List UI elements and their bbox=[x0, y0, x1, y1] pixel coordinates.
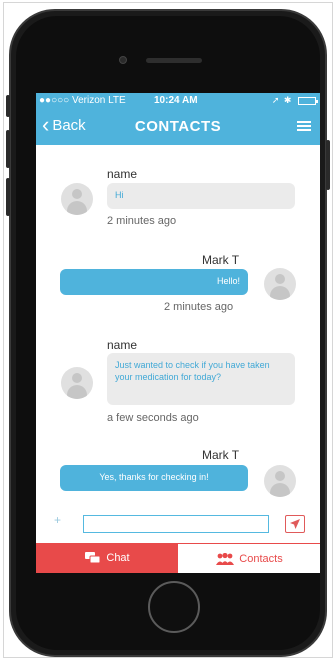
message-composer: + bbox=[36, 503, 320, 543]
tab-label: Contacts bbox=[239, 552, 283, 565]
avatar bbox=[264, 268, 296, 300]
battery-icon bbox=[298, 96, 318, 105]
home-button[interactable] bbox=[148, 581, 200, 633]
message-time: 2 minutes ago bbox=[107, 215, 177, 227]
front-camera bbox=[119, 56, 127, 64]
location-bluetooth-icon: ➚ ✱ bbox=[271, 95, 293, 105]
status-time: 10:24 AM bbox=[154, 95, 198, 106]
earpiece-speaker bbox=[146, 58, 202, 63]
avatar bbox=[61, 183, 93, 215]
chat-bubbles-icon bbox=[85, 552, 101, 564]
avatar bbox=[61, 367, 93, 399]
message-sender: Mark T bbox=[202, 448, 240, 462]
nav-bar: ‹ Back CONTACTS bbox=[36, 109, 320, 145]
message-sender: name bbox=[107, 338, 138, 352]
message-input[interactable] bbox=[83, 515, 269, 533]
hamburger-icon[interactable] bbox=[297, 121, 311, 132]
page-title: CONTACTS bbox=[134, 118, 222, 135]
message-bubble: Hi bbox=[107, 183, 295, 209]
message-bubble: Just wanted to check if you have taken y… bbox=[107, 353, 295, 405]
tab-label: Chat bbox=[106, 552, 130, 564]
message-time: a few seconds ago bbox=[107, 412, 199, 424]
carrier-label: ●●○○○ Verizon LTE bbox=[39, 95, 126, 106]
tab-bar: Chat Contacts bbox=[36, 543, 320, 573]
status-bar: ●●○○○ Verizon LTE 10:24 AM ➚ ✱ bbox=[36, 93, 320, 109]
status-indicators: ➚ ✱ bbox=[271, 95, 318, 106]
avatar bbox=[264, 465, 296, 497]
message-bubble: Hello! bbox=[60, 269, 248, 295]
volume-up-button bbox=[6, 130, 10, 168]
people-icon bbox=[216, 552, 235, 565]
send-arrow-icon bbox=[290, 519, 300, 529]
app-screen: ●●○○○ Verizon LTE 10:24 AM ➚ ✱ ‹ Back CO… bbox=[36, 93, 320, 573]
plus-icon[interactable]: + bbox=[54, 513, 61, 527]
volume-down-button bbox=[6, 178, 10, 216]
mute-switch bbox=[6, 95, 10, 117]
tab-chat[interactable]: Chat bbox=[36, 543, 178, 573]
power-button bbox=[326, 140, 330, 190]
chat-messages[interactable]: name Hi 2 minutes ago Mark T Hello! 2 mi… bbox=[36, 145, 320, 503]
send-button[interactable] bbox=[285, 515, 305, 533]
message-sender: name bbox=[107, 167, 138, 181]
message-time: 2 minutes ago bbox=[164, 301, 234, 313]
message-bubble: Yes, thanks for checking in! bbox=[60, 465, 248, 491]
message-sender: Mark T bbox=[202, 253, 240, 267]
tab-contacts[interactable]: Contacts bbox=[178, 543, 320, 573]
